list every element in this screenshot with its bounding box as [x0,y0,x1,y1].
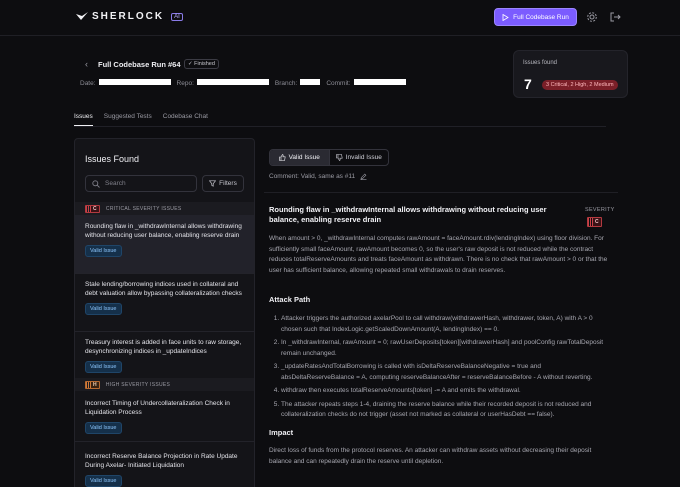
ai-badge: AI [171,12,183,21]
valid-issue-button[interactable]: Valid Issue [270,150,329,165]
issue-summary: When amount > 0, _withdrawInternal compu… [269,235,608,274]
valid-issue-badge: Valid Issue [85,361,122,373]
attack-step: In _withdrawInternal, rawAmount = 0; raw… [281,338,610,359]
issues-panel-title: Issues Found [85,154,140,164]
issue-title: Incorrect Reserve Balance Projection in … [85,453,238,469]
high-severity-icon: H [85,380,100,389]
tab-issues[interactable]: Issues [74,113,93,126]
attack-step: Attacker triggers the authorized axelarP… [281,314,610,335]
page-title: Full Codebase Run #64 [98,60,181,69]
valid-issue-badge: Valid Issue [85,245,122,257]
tab-bar: Issues Suggested Tests Codebase Chat [74,113,208,126]
issue-title: Treasury interest is added in face units… [85,339,242,355]
status-text: Finished [194,61,215,67]
branch-redacted [300,79,321,85]
date-label: Date [80,80,94,87]
issue-list-item[interactable]: Rounding flaw in _withdrawInternal allow… [75,215,254,273]
critical-severity-icon: C [587,217,602,227]
comment-text: Comment: Valid, same as #11 [269,173,356,180]
comment-row: Comment: Valid, same as #11 [269,173,367,180]
issue-list-item[interactable]: Incorrect Reserve Balance Projection in … [75,442,254,487]
logo[interactable]: SHERLOCK AI [76,11,183,22]
validity-toggle: Valid Issue Invalid Issue [269,149,389,166]
tab-suggested-tests[interactable]: Suggested Tests [104,113,152,126]
critical-severity-icon: C [85,204,100,213]
impact-heading: Impact [269,428,294,437]
valid-button-label: Valid Issue [288,154,320,161]
issues-count: 7 [524,76,532,92]
tabs-divider [74,126,606,127]
repo-meta: Repo: [177,79,269,87]
commit-meta: Commit: [326,79,406,87]
edit-icon[interactable] [360,173,367,180]
date-redacted [98,79,171,85]
attack-steps: Attacker triggers the authorized axelarP… [270,314,610,424]
status-badge: ✓ Finished [184,59,219,69]
tab-codebase-chat[interactable]: Codebase Chat [163,113,208,126]
critical-group-header: C CRITICAL SEVERITY ISSUES [75,202,254,215]
issue-title: Stale lending/borrowing indices used in … [85,281,242,297]
severity-label: SEVERITY [585,207,615,213]
impact-text: Direct loss of funds from the protocol r… [269,447,592,465]
valid-issue-badge: Valid Issue [85,475,122,487]
thumbs-down-icon [335,154,343,161]
search-icon [92,179,100,188]
filters-label: Filters [219,180,237,187]
logout-icon[interactable] [609,11,621,23]
issue-list-item[interactable]: Incorrect Timing of Undercollateralizati… [75,391,254,440]
filter-icon [209,180,217,187]
thumbs-up-icon [278,154,286,161]
attack-step: withdraw then executes totalReserveAmoun… [281,386,610,397]
issue-list-item[interactable]: Treasury interest is added in face units… [75,332,254,378]
high-header-label: HIGH SEVERITY ISSUES [105,381,171,388]
repo-label: Repo [176,80,193,87]
issue-list-item[interactable]: Stale lending/borrowing indices used in … [75,274,254,331]
back-chevron-icon[interactable]: ‹ [85,59,88,69]
valid-issue-badge: Valid Issue [85,422,122,434]
repo-redacted [196,79,269,85]
full-codebase-run-button[interactable]: Full Codebase Run [494,8,577,26]
commit-label: Commit [326,80,349,87]
brand-name: SHERLOCK [92,11,165,22]
issues-panel: Issues Found Search Filters C CRITICAL S… [74,138,255,487]
search-input[interactable]: Search [85,175,197,192]
detail-divider [264,192,618,193]
issue-title: Incorrect Timing of Undercollateralizati… [85,400,230,416]
invalid-button-label: Invalid Issue [345,154,382,161]
branch-label: Branch [274,80,296,87]
search-placeholder: Search [105,180,126,187]
critical-header-label: CRITICAL SEVERITY ISSUES [105,205,182,212]
valid-issue-badge: Valid Issue [85,303,122,315]
severity-breakdown-badge: 3 Critical, 2 High, 2 Medium [542,80,618,90]
filters-button[interactable]: Filters [202,175,244,192]
invalid-issue-button[interactable]: Invalid Issue [328,150,389,165]
issue-detail-title: Rounding flaw in _withdrawInternal allow… [269,205,547,224]
attack-step: _updateRatesAndTotalBorrowing is called … [281,362,610,383]
gear-icon[interactable] [586,11,598,23]
play-icon [502,13,509,21]
attack-path-heading: Attack Path [269,295,311,304]
commit-redacted [353,79,406,85]
issue-title: Rounding flaw in _withdrawInternal allow… [85,223,242,239]
run-meta: Date: Repo: Branch: Commit: [80,79,406,87]
date-meta: Date: [80,79,171,87]
issues-found-label: Issues found [523,60,558,66]
attack-step: The attacker repeats steps 1-4, draining… [281,400,610,421]
branch-meta: Branch: [274,79,321,87]
run-button-label: Full Codebase Run [513,13,569,21]
issues-summary-card: Issues found 7 3 Critical, 2 High, 2 Med… [513,50,628,98]
sherlock-logo-icon [76,11,88,20]
high-group-header: H HIGH SEVERITY ISSUES [75,378,254,391]
